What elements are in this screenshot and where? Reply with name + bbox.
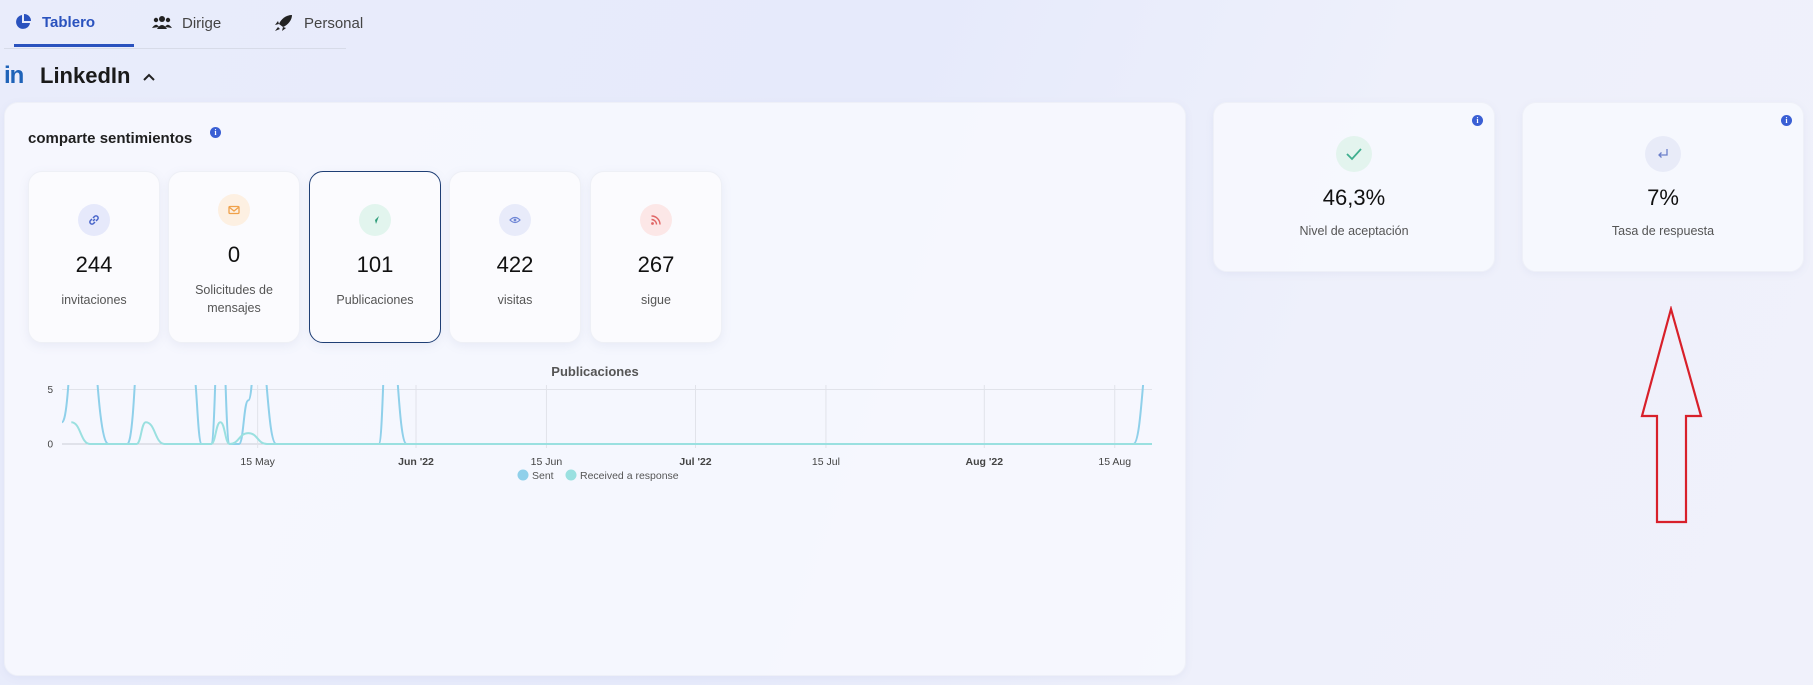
x-tick-label: 15 Aug (1098, 456, 1131, 468)
series-line-received (71, 421, 1152, 446)
y-tick-label: 5 (47, 385, 53, 396)
metric-value: 244 (75, 252, 113, 277)
metric-sigue[interactable]: 267 sigue (590, 171, 722, 343)
metric-solicitudes[interactable]: 0 Solicitudes de mensajes (168, 171, 300, 343)
x-tick-label: 15 Jul (812, 456, 840, 468)
x-tick-label: Jul '22 (679, 456, 711, 468)
annotation-arrow-up (1640, 306, 1703, 524)
tab-label: Dirige (182, 14, 222, 32)
metric-publicaciones[interactable]: 101 Publicaciones (309, 171, 441, 343)
metric-visitas[interactable]: 422 visitas (449, 171, 581, 343)
link-icon (78, 204, 110, 236)
card-title: comparte sentimientos (28, 130, 193, 147)
metric-invitaciones[interactable]: 244 invitaciones (28, 171, 160, 343)
legend-marker (565, 469, 577, 481)
metric-label: invitaciones (61, 293, 127, 307)
metric-label: sigue (641, 293, 671, 307)
acceptance-rate-label: Nivel de aceptación (1299, 224, 1409, 238)
y-tick-label: 0 (47, 440, 53, 451)
x-tick-label: 15 Jun (531, 456, 563, 468)
rocket-icon (275, 15, 292, 31)
response-rate-label: Tasa de respuesta (1611, 224, 1715, 238)
x-tick-label: 15 May (240, 456, 275, 468)
chart-title: Publicaciones (551, 364, 639, 379)
pie-chart-icon (16, 14, 31, 29)
response-rate-value: 7% (1647, 185, 1679, 210)
info-icon[interactable]: i (210, 127, 221, 138)
metric-label: visitas (497, 293, 533, 307)
metric-label: Publicaciones (336, 293, 414, 307)
response-rate-card: i 7% Tasa de respuesta (1522, 102, 1804, 272)
linkedin-logo-icon: in (4, 62, 24, 89)
section-header: in LinkedIn (4, 62, 156, 90)
tab-label: Tablero (42, 13, 96, 31)
chevron-up-icon[interactable] (142, 72, 156, 82)
tab-dirige[interactable]: Dirige (152, 0, 221, 46)
metric-label: Solicitudes de mensajes (195, 283, 273, 315)
tab-bar: Tablero Dirige Personal (4, 0, 363, 49)
x-tick-label: Jun '22 (398, 456, 434, 468)
section-title: LinkedIn (40, 63, 131, 88)
metric-value: 0 (227, 242, 241, 267)
tab-label: Personal (304, 14, 364, 32)
stats-card: comparte sentimientos i 244 invitaciones… (4, 102, 1186, 676)
reply-arrow-icon (1645, 136, 1681, 172)
acceptance-rate-value: 46,3% (1322, 185, 1386, 210)
users-icon (152, 16, 172, 29)
info-icon[interactable]: i (1472, 115, 1483, 126)
legend-label: Sent (532, 470, 554, 482)
eye-icon (499, 204, 531, 236)
tab-tablero[interactable]: Tablero (14, 0, 134, 47)
tab-personal[interactable]: Personal (274, 0, 363, 46)
envelope-icon (218, 194, 250, 226)
acceptance-rate-card: i 46,3% Nivel de aceptación (1213, 102, 1495, 272)
metric-value: 422 (496, 252, 534, 277)
send-icon (359, 204, 391, 236)
check-icon (1336, 136, 1372, 172)
x-tick-label: Aug '22 (966, 456, 1004, 468)
info-icon[interactable]: i (1781, 115, 1792, 126)
metric-value: 267 (637, 252, 675, 277)
legend-label: Received a response (580, 470, 679, 482)
publicaciones-line-chart: 0510152015 MayJun '2215 JunJul '2215 Jul… (47, 385, 1152, 482)
rss-icon (640, 204, 672, 236)
metric-value: 101 (356, 252, 394, 277)
legend-marker (517, 469, 529, 481)
